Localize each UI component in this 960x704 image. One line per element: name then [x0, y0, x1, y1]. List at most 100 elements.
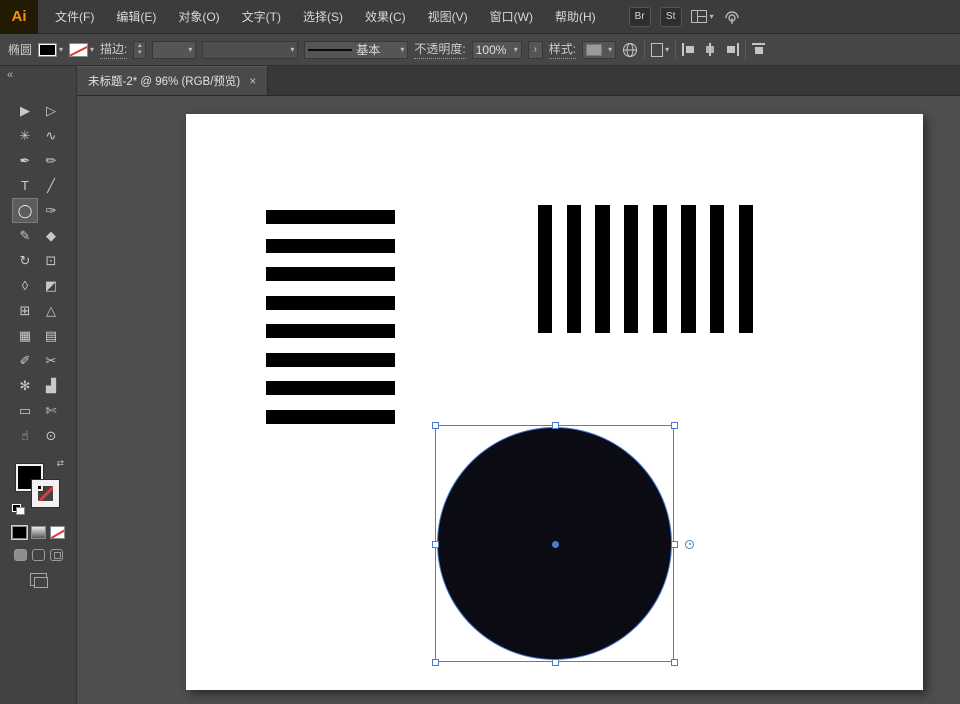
selection-handle[interactable] — [432, 422, 439, 429]
stroke-none-icon — [69, 43, 88, 57]
collapse-panel-button[interactable]: « — [7, 69, 13, 81]
document-setup-button[interactable]: ▾ — [651, 43, 669, 57]
draw-inside-button[interactable] — [50, 549, 63, 561]
color-button[interactable] — [12, 526, 27, 539]
stroke-weight-stepper[interactable]: ▲▼ — [133, 41, 146, 59]
selection-tool[interactable]: ▶ — [12, 98, 38, 123]
draw-behind-button[interactable] — [32, 549, 45, 561]
opacity-input[interactable]: 100% ▾ — [472, 41, 522, 59]
stroke-weight-dropdown[interactable]: ▾ — [152, 41, 196, 59]
artboard-tool[interactable]: ▭ — [12, 398, 38, 423]
selection-handle[interactable] — [432, 541, 439, 548]
tab-close-icon[interactable]: × — [249, 74, 256, 88]
menu-item[interactable]: 选择(S) — [292, 0, 354, 33]
magic-wand-tool-icon: ✳ — [20, 128, 31, 144]
selection-handle[interactable] — [552, 659, 559, 666]
menu-item[interactable]: 视图(V) — [417, 0, 479, 33]
stripe-bar — [710, 205, 724, 333]
selection-center-point[interactable] — [552, 541, 559, 548]
gradient-tool[interactable]: ▤ — [38, 323, 64, 348]
rotate-tool[interactable]: ↻ — [12, 248, 38, 273]
color-mode-row — [0, 526, 76, 539]
perspective-grid-tool[interactable]: △ — [38, 298, 64, 323]
chevron-down-icon: ▾ — [400, 46, 404, 54]
paintbrush-tool[interactable]: ✑ — [38, 198, 64, 223]
menu-item[interactable]: 效果(C) — [354, 0, 417, 33]
line-segment-tool[interactable]: ╱ — [38, 173, 64, 198]
menu-item[interactable]: 文件(F) — [44, 0, 105, 33]
stroke-weight-label[interactable]: 描边: — [100, 40, 127, 59]
menu-item[interactable]: 文字(T) — [231, 0, 292, 33]
bridge-button[interactable]: Br — [629, 7, 651, 27]
chevron-down-icon: ▾ — [514, 46, 518, 54]
workspace-layout-button[interactable]: ▾ — [691, 10, 714, 23]
menu-item[interactable]: 帮助(H) — [544, 0, 607, 33]
opacity-label[interactable]: 不透明度: — [414, 40, 465, 59]
curvature-tool[interactable]: ✏ — [38, 148, 64, 173]
active-tool-label: 椭圆 — [8, 41, 32, 58]
brush-definition-dropdown[interactable]: 基本 ▾ — [304, 41, 408, 59]
symbol-sprayer-tool[interactable]: ✻ — [12, 373, 38, 398]
menu-item[interactable]: 窗口(W) — [479, 0, 544, 33]
selection-handle[interactable] — [671, 422, 678, 429]
selection-bounding-box[interactable] — [435, 425, 674, 662]
eraser-tool[interactable]: ◆ — [38, 223, 64, 248]
stock-button[interactable]: St — [660, 7, 682, 27]
variable-width-profile-dropdown[interactable]: ▾ — [202, 41, 298, 59]
magic-wand-tool[interactable]: ✳ — [12, 123, 38, 148]
mesh-tool[interactable]: ▦ — [12, 323, 38, 348]
ellipse-tool[interactable]: ◯ — [12, 198, 38, 223]
selection-handle[interactable] — [671, 659, 678, 666]
app-logo[interactable]: Ai — [0, 0, 38, 34]
vertical-stripes-shape[interactable] — [538, 205, 753, 333]
perspective-grid-tool-icon: △ — [46, 303, 56, 319]
selection-handle[interactable] — [552, 422, 559, 429]
document-tab-title: 未标题-2* @ 96% (RGB/预览) — [88, 73, 240, 89]
canvas-area[interactable] — [77, 96, 960, 704]
none-button[interactable] — [50, 526, 65, 539]
selection-handle[interactable] — [671, 541, 678, 548]
menu-item[interactable]: 对象(O) — [167, 0, 230, 33]
opacity-options-button[interactable]: › — [528, 41, 543, 59]
pencil-tool[interactable]: ✎ — [12, 223, 38, 248]
pen-tool[interactable]: ✒ — [12, 148, 38, 173]
eyedropper-tool[interactable]: ✐ — [12, 348, 38, 373]
align-vertical-top-icon[interactable] — [752, 43, 767, 56]
free-transform-tool[interactable]: ◩ — [38, 273, 64, 298]
shape-builder-tool[interactable]: ⊞ — [12, 298, 38, 323]
direct-selection-tool[interactable]: ▷ — [38, 98, 64, 123]
scissors-tool[interactable]: ✂ — [38, 348, 64, 373]
scale-tool[interactable]: ⊡ — [38, 248, 64, 273]
tools-grid: ▶ ▷ ✳ ∿ ✒ ✏ T ╱ ◯ ✑ — [0, 98, 76, 448]
draw-normal-button[interactable] — [14, 549, 27, 561]
stripe-bar — [266, 410, 395, 424]
align-horizontal-left-icon[interactable] — [682, 43, 697, 56]
selection-handle[interactable] — [432, 659, 439, 666]
recolor-artwork-icon[interactable] — [622, 42, 638, 58]
align-horizontal-right-icon[interactable] — [724, 43, 739, 56]
fill-color-dropdown[interactable]: ▾ — [38, 43, 63, 57]
stroke-color-swatch[interactable] — [32, 480, 59, 507]
align-horizontal-center-icon[interactable] — [703, 43, 718, 56]
selection-side-handle[interactable] — [685, 540, 694, 549]
menu-item[interactable]: 编辑(E) — [105, 0, 167, 33]
lasso-tool[interactable]: ∿ — [38, 123, 64, 148]
panel-header: « — [0, 66, 76, 84]
document-tab[interactable]: 未标题-2* @ 96% (RGB/预览) × — [77, 66, 268, 95]
type-tool[interactable]: T — [12, 173, 38, 198]
stroke-color-dropdown[interactable]: ▾ — [69, 43, 94, 57]
symbol-sprayer-tool-icon: ✻ — [20, 378, 31, 394]
column-graph-tool[interactable]: ▟ — [38, 373, 64, 398]
width-tool[interactable]: ◊ — [12, 273, 38, 298]
zoom-tool[interactable]: ⊙ — [38, 423, 64, 448]
style-label[interactable]: 样式: — [549, 40, 576, 59]
gradient-button[interactable] — [31, 526, 46, 539]
hand-tool[interactable]: ☝ — [12, 423, 38, 448]
graphic-style-dropdown[interactable]: ▾ — [582, 41, 616, 59]
touch-workspace-icon[interactable] — [723, 9, 741, 25]
slice-tool[interactable]: ✄ — [38, 398, 64, 423]
default-colors-icon[interactable] — [12, 504, 24, 514]
swap-fill-stroke-icon[interactable]: ⇄ — [56, 458, 64, 469]
change-screen-mode-button[interactable] — [30, 573, 47, 586]
horizontal-stripes-shape[interactable] — [266, 210, 395, 424]
